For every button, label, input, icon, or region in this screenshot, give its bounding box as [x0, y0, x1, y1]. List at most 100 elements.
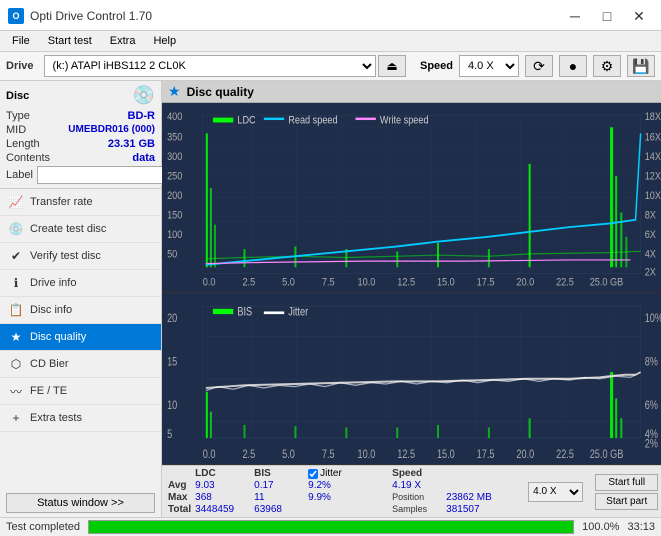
disc-type-key: Type: [6, 110, 30, 122]
svg-text:22.5: 22.5: [556, 447, 574, 460]
disc-length-key: Length: [6, 138, 40, 150]
stats-max-ldc: 368: [195, 492, 250, 503]
stats-bis-header: BIS: [254, 468, 304, 479]
svg-text:400: 400: [167, 111, 183, 123]
disc-type-val: BD-R: [128, 110, 156, 122]
svg-text:10.0: 10.0: [358, 447, 376, 460]
disc-header-icon: 💿: [133, 85, 155, 106]
start-full-button[interactable]: Start full: [595, 474, 658, 491]
stats-avg-jitter: 9.2%: [308, 480, 388, 491]
disc-row-type: Type BD-R: [6, 110, 155, 122]
disc-mid-val: UMEBDR016 (000): [68, 124, 155, 136]
refresh-button[interactable]: ⟳: [525, 55, 553, 77]
svg-text:15: 15: [167, 355, 177, 368]
disc-mid-key: MID: [6, 124, 26, 136]
drive-select[interactable]: (k:) ATAPl iHBS112 2 CL0K: [44, 55, 376, 77]
status-window-button[interactable]: Status window >>: [6, 493, 155, 513]
right-panel: ★ Disc quality: [162, 81, 661, 517]
disc-header-text: Disc: [6, 90, 29, 102]
status-text: Test completed: [6, 521, 80, 533]
close-button[interactable]: ✕: [625, 6, 653, 26]
tools-button[interactable]: ⚙: [593, 55, 621, 77]
start-part-button[interactable]: Start part: [595, 493, 658, 510]
stats-position-label: Position: [392, 492, 442, 503]
svg-text:12.5: 12.5: [397, 447, 415, 460]
disc-info-icon: 📋: [8, 302, 24, 318]
svg-text:2.5: 2.5: [242, 277, 255, 289]
stats-position-val: 23862 MB: [446, 492, 516, 503]
svg-text:7.5: 7.5: [322, 277, 335, 289]
speed-select[interactable]: 4.0 X: [459, 55, 519, 77]
svg-text:Read speed: Read speed: [288, 115, 337, 127]
title-bar: O Opti Drive Control 1.70 ─ □ ✕: [0, 0, 661, 31]
create-test-disc-icon: 💿: [8, 221, 24, 237]
nav-disc-quality[interactable]: ★ Disc quality: [0, 324, 161, 351]
nav-extra-tests[interactable]: + Extra tests: [0, 405, 161, 432]
stats-empty-h2: [446, 468, 516, 479]
nav-fe-te[interactable]: 〰 FE / TE: [0, 378, 161, 405]
disc-button[interactable]: ●: [559, 55, 587, 77]
menu-file[interactable]: File: [4, 33, 38, 49]
nav-create-test-disc[interactable]: 💿 Create test disc: [0, 216, 161, 243]
stats-row: LDC BIS Jitter Speed Avg 9.03 0.17 9.2% …: [162, 465, 661, 517]
label-input[interactable]: [37, 166, 171, 184]
nav-drive-info[interactable]: ℹ Drive info: [0, 270, 161, 297]
disc-contents-val: data: [132, 152, 155, 164]
bottom-chart-svg: BIS Jitter 20 15 10 5 10% 8% 6% 4% 2% 0.…: [162, 293, 661, 464]
stats-avg-bis: 0.17: [254, 480, 304, 491]
minimize-button[interactable]: ─: [561, 6, 589, 26]
svg-text:20.0: 20.0: [516, 447, 534, 460]
jitter-checkbox[interactable]: [308, 469, 318, 479]
progress-percent: 100.0%: [582, 521, 619, 533]
stats-total-label: Total: [168, 504, 191, 515]
svg-text:4X: 4X: [645, 249, 656, 261]
svg-text:BIS: BIS: [237, 305, 252, 318]
svg-text:18X: 18X: [645, 111, 661, 123]
bottom-bar: Test completed 100.0% 33:13: [0, 517, 661, 536]
menu-help[interactable]: Help: [145, 33, 184, 49]
nav-extra-tests-label: Extra tests: [30, 412, 82, 424]
stats-avg-ldc: 9.03: [195, 480, 250, 491]
disc-quality-header: ★ Disc quality: [162, 81, 661, 103]
jitter-label: Jitter: [320, 468, 342, 479]
nav-cd-bier[interactable]: ⬡ CD Bier: [0, 351, 161, 378]
eject-button[interactable]: ⏏: [378, 55, 406, 77]
svg-text:14X: 14X: [645, 152, 661, 164]
nav-drive-info-label: Drive info: [30, 277, 76, 289]
disc-label-row: Label ✎: [6, 166, 155, 184]
fe-te-icon: 〰: [8, 383, 24, 399]
window-controls: ─ □ ✕: [561, 6, 653, 26]
nav-transfer-rate[interactable]: 📈 Transfer rate: [0, 189, 161, 216]
drive-select-wrap: (k:) ATAPl iHBS112 2 CL0K ⏏: [44, 55, 406, 77]
menu-extra[interactable]: Extra: [102, 33, 144, 49]
save-button[interactable]: 💾: [627, 55, 655, 77]
nav-disc-info[interactable]: 📋 Disc info: [0, 297, 161, 324]
app-icon: O: [8, 8, 24, 24]
svg-text:Jitter: Jitter: [288, 305, 308, 318]
stats-empty-2: [446, 480, 516, 491]
stats-max-label: Max: [168, 492, 191, 503]
transfer-rate-icon: 📈: [8, 194, 24, 210]
app-title: Opti Drive Control 1.70: [30, 9, 152, 23]
stats-speed-header: Speed: [392, 468, 442, 479]
disc-quality-header-icon: ★: [168, 83, 181, 100]
nav-verify-test-disc[interactable]: ✔ Verify test disc: [0, 243, 161, 270]
stats-speed-select[interactable]: 4.0 X: [528, 482, 583, 502]
svg-text:50: 50: [167, 249, 178, 261]
svg-text:LDC: LDC: [237, 115, 255, 127]
nav-fe-te-label: FE / TE: [30, 385, 67, 397]
svg-text:250: 250: [167, 171, 183, 183]
nav-transfer-rate-label: Transfer rate: [30, 196, 93, 208]
charts-area: 400 350 300 250 200 150 100 50 18X 16X 1…: [162, 103, 661, 465]
svg-text:150: 150: [167, 210, 183, 222]
top-chart-container: 400 350 300 250 200 150 100 50 18X 16X 1…: [162, 103, 661, 293]
maximize-button[interactable]: □: [593, 6, 621, 26]
cd-bier-icon: ⬡: [8, 356, 24, 372]
svg-text:16X: 16X: [645, 132, 661, 144]
disc-row-length: Length 23.31 GB: [6, 138, 155, 150]
top-chart-svg: 400 350 300 250 200 150 100 50 18X 16X 1…: [162, 103, 661, 292]
stats-total-jitter: [308, 504, 388, 515]
svg-text:2.5: 2.5: [242, 447, 255, 460]
nav-disc-info-label: Disc info: [30, 304, 72, 316]
menu-start-test[interactable]: Start test: [40, 33, 100, 49]
